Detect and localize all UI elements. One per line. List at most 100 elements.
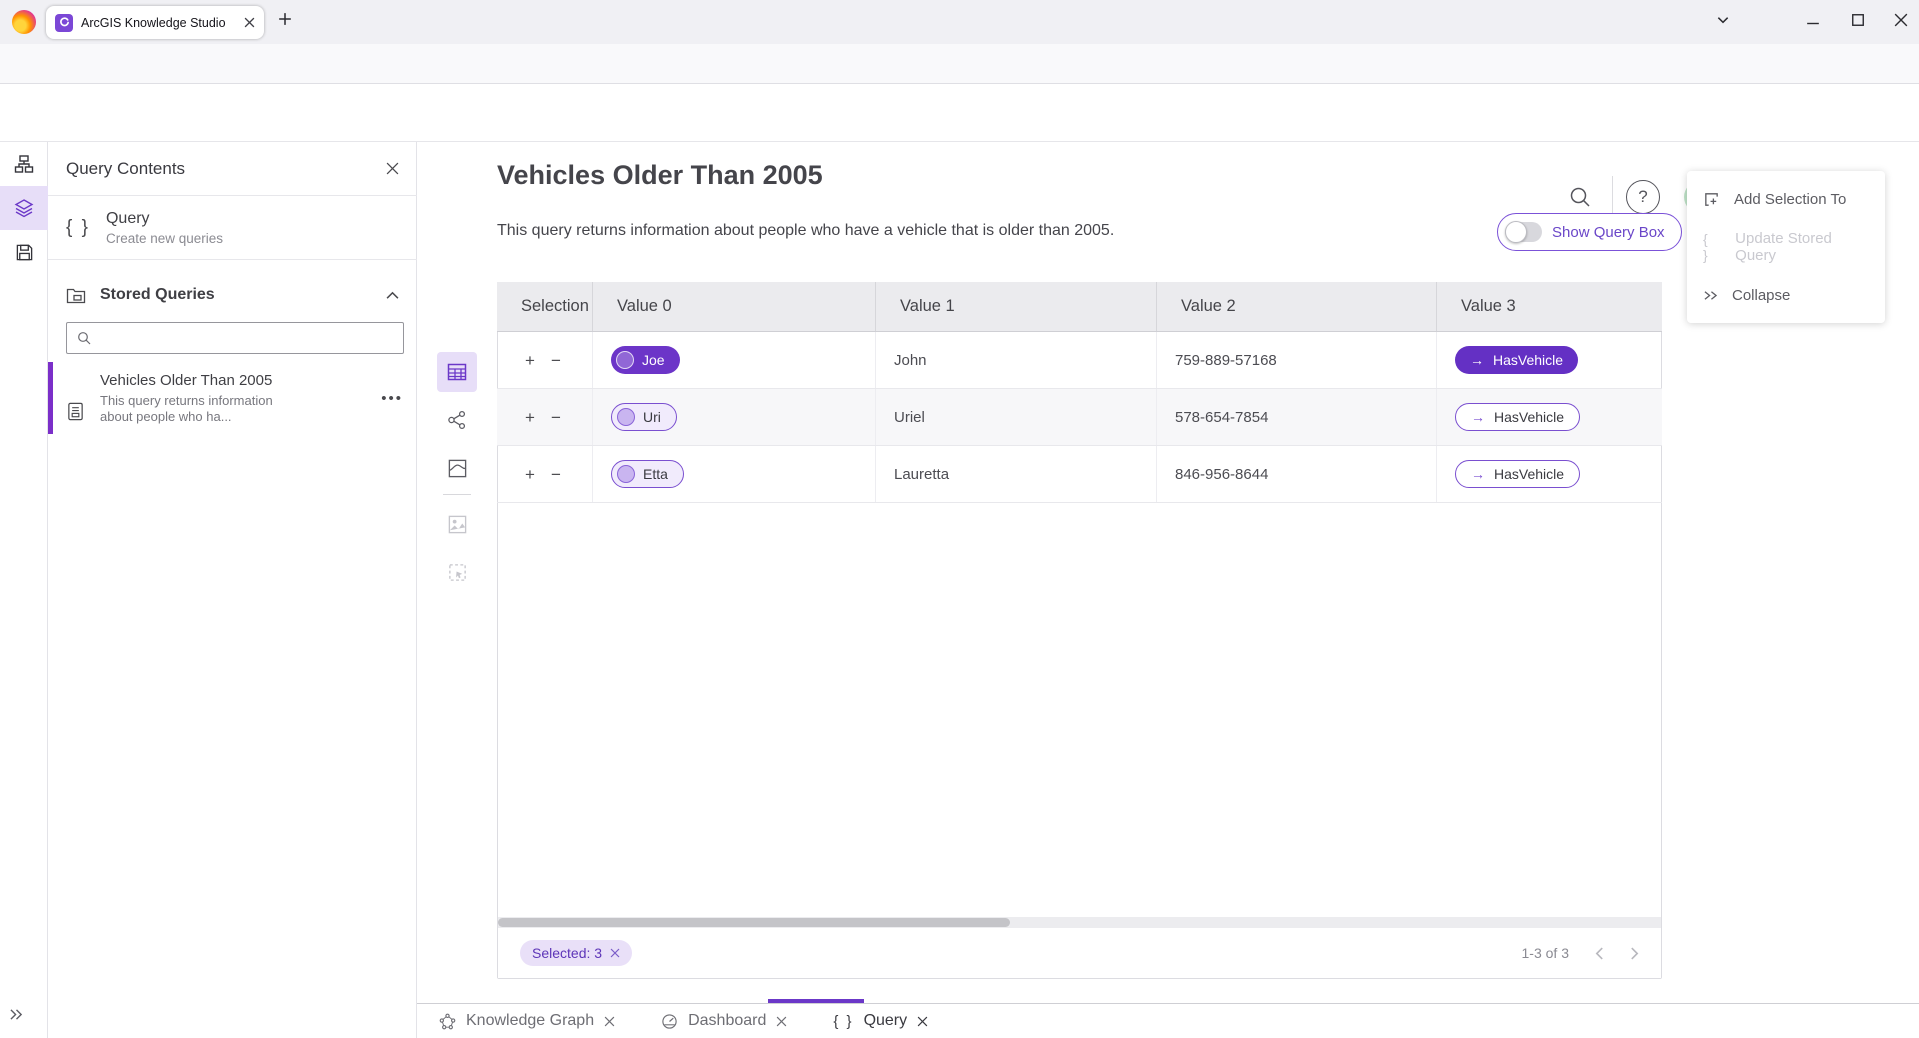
tab-close-icon[interactable]	[244, 17, 255, 28]
relationship-pill[interactable]: →HasVehicle	[1455, 460, 1580, 488]
close-window-button[interactable]	[1894, 13, 1908, 27]
list-tabs-chevron-icon[interactable]	[1716, 13, 1730, 27]
row-remove-icon[interactable]: −	[551, 352, 561, 369]
table-view-icon[interactable]	[437, 352, 477, 392]
row-add-icon[interactable]: +	[525, 466, 535, 483]
col-header-value0[interactable]: Value 0	[593, 282, 876, 331]
stored-queries-header[interactable]: Stored Queries	[48, 272, 417, 318]
row-remove-icon[interactable]: −	[551, 409, 561, 426]
table-row[interactable]: + − Etta Lauretta 846-956-8644 →HasVehic…	[497, 446, 1662, 503]
new-tab-button[interactable]	[278, 12, 292, 26]
table-footer: Selected: 3 1-3 of 3	[498, 928, 1661, 978]
toggle-track[interactable]	[1505, 222, 1542, 242]
menu-item-label: Add Selection To	[1734, 191, 1846, 208]
maximize-button[interactable]	[1851, 13, 1865, 27]
stored-query-options-icon[interactable]: •••	[381, 390, 403, 434]
header-divider	[1612, 176, 1613, 218]
new-query-item[interactable]: { } Query Create new queries	[48, 196, 417, 260]
menu-item-collapse[interactable]: Collapse	[1687, 271, 1885, 319]
stored-query-item[interactable]: Vehicles Older Than 2005 This query retu…	[48, 362, 417, 434]
entity-pill[interactable]: Joe	[611, 346, 680, 374]
menu-item-update-stored-query: { } Update Stored Query	[1687, 223, 1885, 271]
panel-close-icon[interactable]	[386, 162, 399, 175]
query-item-subtitle: Create new queries	[106, 231, 223, 246]
prev-page-icon[interactable]	[1595, 947, 1604, 960]
data-model-icon[interactable]	[0, 142, 48, 186]
show-query-box-label: Show Query Box	[1552, 224, 1665, 241]
knowledge-graph-icon	[439, 1013, 456, 1030]
tab-close-icon[interactable]	[917, 1016, 928, 1027]
toggle-knob[interactable]	[1505, 221, 1527, 243]
tab-label: Query	[864, 1012, 908, 1030]
tab-query[interactable]: { } Query	[817, 1004, 944, 1038]
show-query-box-toggle[interactable]: Show Query Box	[1497, 213, 1682, 251]
entity-pill[interactable]: Uri	[611, 403, 677, 431]
col-header-selection[interactable]: Selection	[497, 282, 593, 331]
entity-dot-icon	[616, 351, 634, 369]
tab-title: ArcGIS Knowledge Studio	[81, 16, 236, 30]
search-input[interactable]	[99, 331, 393, 346]
dashboard-gauge-icon	[661, 1013, 678, 1030]
browser-tab-strip: ArcGIS Knowledge Studio	[0, 0, 1919, 44]
table-row[interactable]: + − Uri Uriel 578-654-7854 →HasVehicle	[497, 389, 1662, 446]
col-header-value3[interactable]: Value 3	[1437, 282, 1661, 331]
folder-icon	[66, 286, 86, 304]
next-page-icon[interactable]	[1630, 947, 1639, 960]
menu-item-add-selection-to[interactable]: Add Selection To	[1687, 175, 1885, 223]
map-view-icon[interactable]	[437, 448, 477, 488]
bottom-tab-bar: Knowledge Graph Dashboard { } Query	[417, 1003, 1919, 1038]
entity-dot-icon	[617, 408, 635, 426]
save-icon[interactable]	[0, 230, 48, 274]
tab-label: Knowledge Graph	[466, 1012, 594, 1030]
relationship-pill[interactable]: →HasVehicle	[1455, 346, 1578, 374]
col-header-value1[interactable]: Value 1	[876, 282, 1157, 331]
horizontal-scrollbar[interactable]	[498, 917, 1661, 928]
browser-tab[interactable]: ArcGIS Knowledge Studio	[46, 6, 264, 39]
relation-arrow-icon: →	[1470, 352, 1484, 368]
cell-value1: Lauretta	[894, 466, 949, 483]
search-icon[interactable]	[1562, 179, 1598, 215]
collapse-chevrons-icon	[1703, 289, 1718, 302]
relationship-pill[interactable]: →HasVehicle	[1455, 403, 1580, 431]
braces-icon: { }	[833, 1013, 853, 1030]
stored-query-doc-icon	[66, 388, 85, 434]
arcgis-favicon-icon	[55, 14, 73, 32]
browser-nav-bar: https://dev0028833.esri.com/portal/apps/…	[0, 44, 1919, 84]
braces-icon: { }	[1703, 231, 1721, 263]
tab-close-icon[interactable]	[776, 1016, 787, 1027]
col-header-value2[interactable]: Value 2	[1157, 282, 1437, 331]
panel-header: Query Contents	[48, 142, 417, 196]
table-header-row: Selection Value 0 Value 1 Value 2 Value …	[497, 282, 1662, 332]
stored-queries-search[interactable]	[66, 322, 404, 354]
tab-close-icon[interactable]	[604, 1016, 615, 1027]
app-header: Certification Project ? PL publisher2 la…	[0, 84, 1919, 142]
contents-layers-icon[interactable]	[0, 186, 48, 230]
minimize-button[interactable]	[1806, 13, 1820, 27]
cell-value2: 846-956-8644	[1175, 466, 1268, 483]
table-row[interactable]: + − Joe John 759-889-57168 →HasVehicle	[497, 332, 1662, 389]
active-tab-indicator	[768, 999, 864, 1003]
collapse-section-chevron-icon[interactable]	[386, 291, 399, 300]
selection-tool-icon	[437, 552, 477, 592]
help-icon[interactable]: ?	[1626, 180, 1660, 214]
entity-pill[interactable]: Etta	[611, 460, 684, 488]
stored-query-description: This query returns information about peo…	[100, 393, 285, 425]
firefox-logo-icon[interactable]	[12, 10, 36, 34]
cell-value1: Uriel	[894, 409, 925, 426]
row-add-icon[interactable]: +	[525, 409, 535, 426]
tab-dashboard[interactable]: Dashboard	[645, 1004, 803, 1038]
cell-value2: 759-889-57168	[1175, 352, 1277, 369]
row-remove-icon[interactable]: −	[551, 466, 561, 483]
scrollbar-thumb[interactable]	[498, 918, 1010, 927]
clear-selection-icon[interactable]	[610, 948, 620, 958]
menu-item-label: Collapse	[1732, 287, 1790, 304]
braces-icon: { }	[66, 217, 90, 239]
left-icon-rail	[0, 142, 48, 1038]
query-result-title: Vehicles Older Than 2005	[497, 160, 823, 191]
selected-count-chip[interactable]: Selected: 3	[520, 940, 632, 966]
row-add-icon[interactable]: +	[525, 352, 535, 369]
entity-dot-icon	[617, 465, 635, 483]
link-chart-icon[interactable]	[437, 400, 477, 440]
expand-rail-icon[interactable]	[0, 998, 48, 1030]
tab-knowledge-graph[interactable]: Knowledge Graph	[423, 1004, 631, 1038]
